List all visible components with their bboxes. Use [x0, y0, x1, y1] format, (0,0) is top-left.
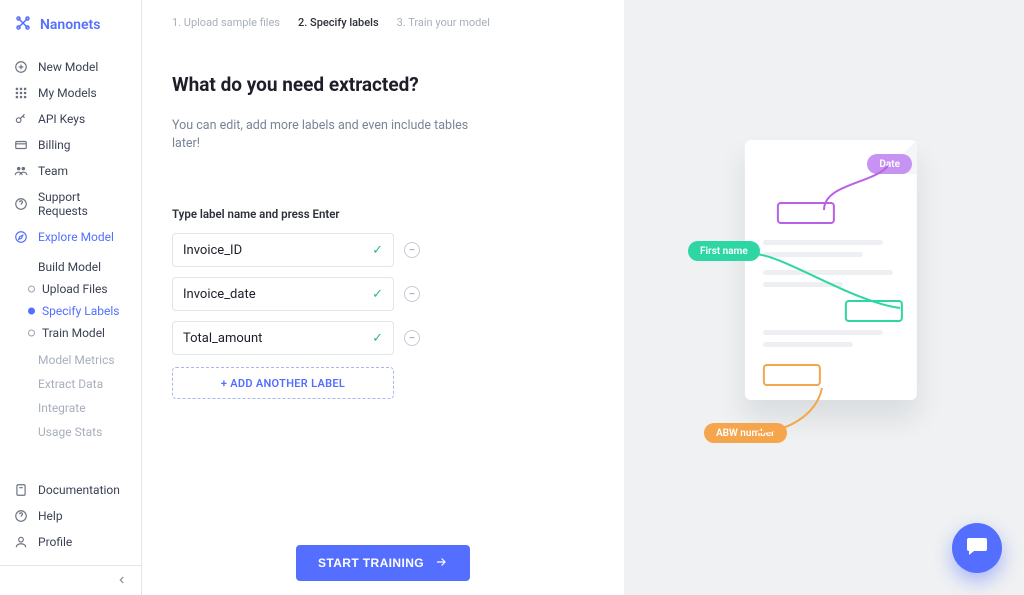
- sidebar-item-explore-model[interactable]: Explore Model: [0, 224, 141, 250]
- sidebar-item-label: Explore Model: [38, 230, 114, 244]
- help-icon: [14, 509, 28, 523]
- sidebar-item-label: Documentation: [38, 483, 120, 497]
- sidebar-item-billing[interactable]: Billing: [0, 132, 141, 158]
- label-input[interactable]: Invoice_ID ✓: [172, 233, 394, 267]
- check-icon: ✓: [372, 287, 383, 302]
- cta-wrap: START TRAINING: [142, 545, 624, 581]
- sidebar-item-support[interactable]: Support Requests: [0, 184, 141, 224]
- minus-icon: −: [409, 244, 416, 256]
- sidebar-item-label: API Keys: [38, 112, 85, 126]
- sidebar-item-my-models[interactable]: My Models: [0, 80, 141, 106]
- sidebar-item-documentation[interactable]: Documentation: [0, 477, 141, 503]
- sidebar-item-api-keys[interactable]: API Keys: [0, 106, 141, 132]
- brand-name: Nanonets: [40, 17, 100, 33]
- build-model-group: Build Model Upload Files Specify Labels …: [0, 250, 141, 348]
- page-title: What do you need extracted?: [172, 73, 600, 96]
- chat-icon: [965, 534, 989, 562]
- compass-icon: [14, 230, 28, 244]
- chat-launcher[interactable]: [952, 523, 1002, 573]
- cta-label: START TRAINING: [318, 556, 424, 570]
- arrow-right-icon: [434, 555, 448, 572]
- sub-item-specify-labels[interactable]: Specify Labels: [0, 300, 141, 322]
- sub-item-label: Train Model: [42, 326, 105, 340]
- sidebar-item-label: Team: [38, 164, 68, 178]
- step-2[interactable]: 2. Specify labels: [298, 16, 379, 29]
- team-icon: [14, 164, 28, 178]
- card-icon: [14, 138, 28, 152]
- label-row: Invoice_ID ✓ −: [172, 233, 600, 267]
- label-input[interactable]: Invoice_date ✓: [172, 277, 394, 311]
- sidebar-item-label: New Model: [38, 60, 98, 74]
- connector-purple: [822, 164, 892, 212]
- sidebar-item-team[interactable]: Team: [0, 158, 141, 184]
- sidebar-item-label: Help: [38, 509, 63, 523]
- brand[interactable]: Nanonets: [0, 14, 141, 54]
- primary-nav: New Model My Models API Keys Billing Tea…: [0, 54, 141, 469]
- connector-orange: [756, 386, 826, 434]
- add-another-label-button[interactable]: + ADD ANOTHER LABEL: [172, 367, 394, 399]
- sub-item-upload-files[interactable]: Upload Files: [0, 278, 141, 300]
- chevron-left-icon: [117, 574, 127, 589]
- sidebar-item-label: Billing: [38, 138, 71, 152]
- profile-icon: [14, 535, 28, 549]
- field-label: Type label name and press Enter: [172, 207, 600, 221]
- remove-label-button[interactable]: −: [404, 286, 420, 302]
- help-icon: [14, 197, 28, 211]
- start-training-button[interactable]: START TRAINING: [296, 545, 470, 581]
- wizard-steps: 1. Upload sample files 2. Specify labels…: [172, 16, 600, 29]
- bottom-nav: Documentation Help Profile: [0, 469, 141, 565]
- check-icon: ✓: [372, 331, 383, 346]
- brand-logo-icon: [14, 14, 32, 36]
- illustration-panel: Date First name ABW number: [624, 0, 1024, 595]
- dim-integrate[interactable]: Integrate: [0, 396, 141, 420]
- dim-usage-stats[interactable]: Usage Stats: [0, 420, 141, 444]
- grid-icon: [14, 86, 28, 100]
- remove-label-button[interactable]: −: [404, 242, 420, 258]
- sidebar-item-new-model[interactable]: New Model: [0, 54, 141, 80]
- label-row: Invoice_date ✓ −: [172, 277, 600, 311]
- minus-icon: −: [409, 332, 416, 344]
- sidebar-item-profile[interactable]: Profile: [0, 529, 141, 555]
- check-icon: ✓: [372, 243, 383, 258]
- sidebar-item-label: Profile: [38, 535, 72, 549]
- connector-teal: [752, 252, 902, 312]
- sub-item-train-model[interactable]: Train Model: [0, 322, 141, 344]
- remove-label-button[interactable]: −: [404, 330, 420, 346]
- label-text: Total_amount: [183, 331, 262, 346]
- sidebar: Nanonets New Model My Models API Keys Bi…: [0, 0, 142, 595]
- sidebar-item-help[interactable]: Help: [0, 503, 141, 529]
- dim-model-metrics[interactable]: Model Metrics: [0, 348, 141, 372]
- build-model-title: Build Model: [0, 254, 141, 278]
- sub-item-label: Upload Files: [42, 282, 108, 296]
- sub-item-label: Specify Labels: [42, 304, 119, 318]
- page-subtitle: You can edit, add more labels and even i…: [172, 117, 482, 153]
- dim-extract-data[interactable]: Extract Data: [0, 372, 141, 396]
- center-panel: 1. Upload sample files 2. Specify labels…: [142, 0, 624, 595]
- minus-icon: −: [409, 288, 416, 300]
- main: 1. Upload sample files 2. Specify labels…: [142, 0, 1024, 595]
- step-3[interactable]: 3. Train your model: [397, 16, 490, 29]
- field-rect-orange: [763, 364, 821, 386]
- plus-circle-icon: [14, 60, 28, 74]
- label-text: Invoice_ID: [183, 243, 242, 258]
- sidebar-item-label: Support Requests: [38, 190, 127, 218]
- sidebar-collapse[interactable]: [0, 565, 141, 595]
- label-row: Total_amount ✓ −: [172, 321, 600, 355]
- step-1[interactable]: 1. Upload sample files: [172, 16, 280, 29]
- label-input[interactable]: Total_amount ✓: [172, 321, 394, 355]
- pill-first-name: First name: [688, 241, 760, 261]
- key-icon: [14, 112, 28, 126]
- label-text: Invoice_date: [183, 287, 256, 302]
- doc-icon: [14, 483, 28, 497]
- sidebar-item-label: My Models: [38, 86, 97, 100]
